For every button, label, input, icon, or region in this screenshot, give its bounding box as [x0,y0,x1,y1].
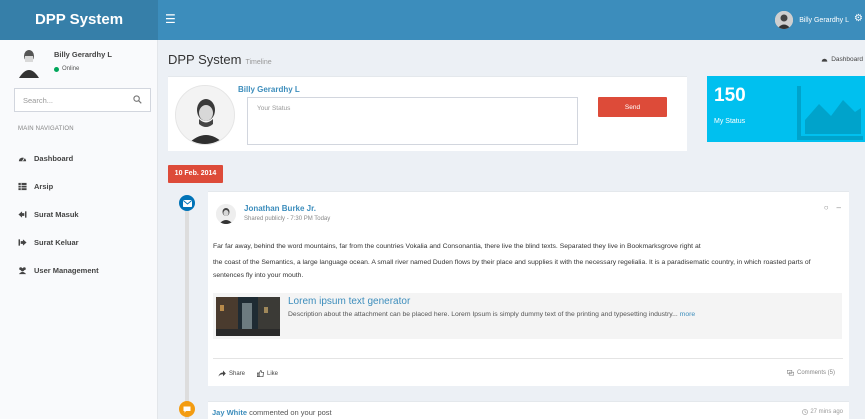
avatar [18,48,40,78]
dashboard-icon [18,157,27,161]
sidebar-item-surat-keluar[interactable]: Surat Keluar [18,228,154,256]
attachment-description: Description about the attachment can be … [288,311,695,318]
menu-toggle-icon[interactable]: ☰ [165,13,176,25]
sign-out-icon [18,238,27,246]
user-status: Online [54,66,79,72]
nav-header: MAIN NAVIGATION [18,126,74,132]
status-label: My Status [714,118,746,125]
content-header: DPP System Timeline Dashboard [168,48,865,72]
sidebar-item-surat-masuk[interactable]: Surat Masuk [18,200,154,228]
timeline-date-label: 10 Feb. 2014 [168,165,223,183]
top-user-name: Billy Gerardhy L [799,16,849,24]
sidebar-item-label: Arsip [34,181,54,191]
status-user-name[interactable]: Billy Gerardhy L [238,85,300,94]
share-button[interactable]: Share [218,370,245,377]
user-menu[interactable]: Billy Gerardhy L [775,11,849,29]
top-navbar: DPP System ☰ Billy Gerardhy L ⚙ [0,0,865,40]
sidebar-item-dashboard[interactable]: Dashboard [18,144,154,172]
timeline-item-time-text: 27 mins ago [810,409,843,415]
page-subtitle: Timeline [245,59,272,66]
divider [213,358,843,359]
sidebar: Billy Gerardhy L Online MAIN NAVIGATION … [0,40,158,419]
sidebar-item-label: Dashboard [34,153,74,163]
attachment-thumbnail[interactable] [216,297,280,336]
table-icon [18,182,27,190]
info-box[interactable]: 150 My Status [707,76,865,142]
sidebar-search [14,88,151,112]
user-panel: Billy Gerardhy L Online [14,48,154,84]
share-label: Share [229,370,246,377]
send-button[interactable]: Send [598,97,667,117]
post-tools: ○ – [824,203,841,212]
search-icon[interactable] [133,95,142,104]
dashboard-icon [821,58,828,62]
users-icon [18,266,27,274]
status-input[interactable] [247,97,578,145]
envelope-icon [179,195,195,211]
avatar [216,204,236,224]
sidebar-item-user-management[interactable]: User Management [18,256,154,284]
sidebar-item-arsip[interactable]: Arsip [18,172,154,200]
circle-icon[interactable]: ○ [824,203,829,212]
comments-icon [786,370,794,376]
page-title: DPP System Timeline [168,52,272,67]
breadcrumb-item[interactable]: Dashboard [831,56,863,63]
post-meta: Shared publicly - 7:30 PM Today [244,216,331,222]
timeline-item-text: Jay White commented on your post [212,408,332,417]
post-author[interactable]: Jonathan Burke Jr. [244,204,316,213]
status-box: Billy Gerardhy L Send [168,76,687,151]
timeline-item-time: 27 mins ago [802,409,843,415]
minus-icon[interactable]: – [837,203,841,212]
like-button[interactable]: Like [257,370,278,377]
sidebar-item-label: User Management [34,265,99,275]
post-paragraph: the coast of the Semantics, a large lang… [213,259,811,279]
comment-icon [179,401,195,417]
attachment-title[interactable]: Lorem ipsum text generator [288,296,410,307]
clock-icon [802,409,809,415]
more-link[interactable]: more [680,311,696,318]
page-title-text: DPP System [168,52,242,67]
timeline-line [185,206,189,419]
search-input[interactable] [15,89,125,111]
post-paragraph: Far far away, behind the word mountains,… [213,243,701,250]
thumbs-up-icon [257,370,264,377]
post-actions: Share Like [218,370,278,377]
gear-icon[interactable]: ⚙ [854,14,863,24]
timeline-item-author[interactable]: Jay White [212,408,247,417]
breadcrumb[interactable]: Dashboard [821,56,863,63]
timeline-item: Jay White commented on your post 27 mins… [208,401,849,419]
comments-count[interactable]: Comments (5) [786,370,835,376]
post-body: Far far away, behind the word mountains,… [213,238,843,283]
comments-label: Comments (5) [796,370,835,376]
online-dot-icon [54,66,59,72]
area-chart-icon [797,86,863,140]
avatar [775,11,794,29]
sidebar-item-label: Surat Keluar [34,237,79,247]
profile-avatar [175,85,235,145]
user-status-text: Online [62,66,80,72]
post-attachment[interactable]: Lorem ipsum text generator Description a… [213,293,842,339]
like-label: Like [267,370,279,377]
sidebar-user-name: Billy Gerardhy L [54,50,112,59]
sidebar-item-label: Surat Masuk [34,209,79,219]
app-logo[interactable]: DPP System [0,0,158,40]
share-icon [218,370,226,377]
timeline-item-action: commented on your post [247,408,332,417]
sign-in-icon [18,210,27,218]
nav-list: Dashboard Arsip Surat Masuk Surat Keluar… [18,144,154,284]
attachment-desc-text: Description about the attachment can be … [288,311,678,318]
status-count: 150 [714,85,746,106]
timeline-post: Jonathan Burke Jr. Shared publicly - 7:3… [208,191,849,386]
